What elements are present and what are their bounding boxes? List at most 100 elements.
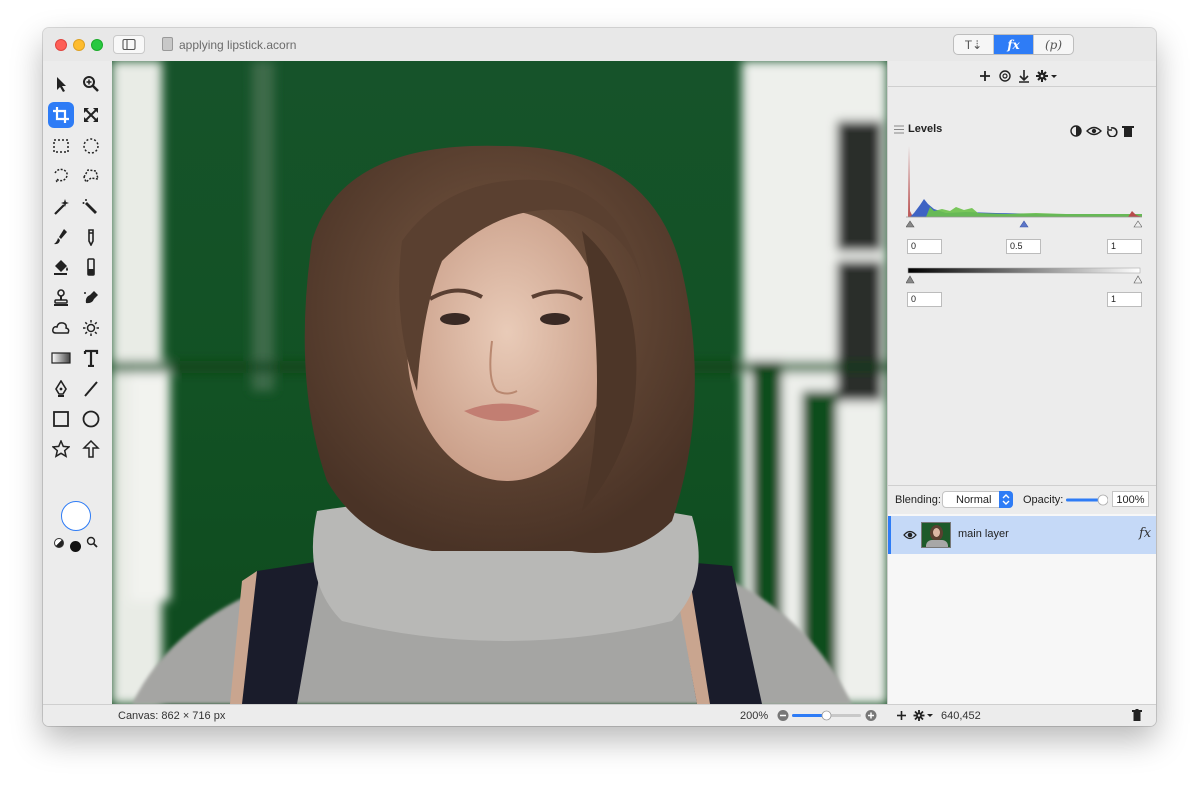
polygon-lasso-tool[interactable]: [78, 163, 104, 189]
toggle-sidebar-button[interactable]: [113, 35, 145, 54]
text-tool[interactable]: [78, 345, 104, 371]
blending-mode-select[interactable]: Normal: [942, 491, 1013, 508]
layers-list: main layer fx: [888, 514, 1156, 704]
gradient-tool[interactable]: [48, 345, 74, 371]
toolbox: [43, 61, 112, 703]
apply-filter-icon[interactable]: [1019, 70, 1029, 83]
cloud-tool[interactable]: [48, 315, 74, 341]
brush-tool[interactable]: [48, 224, 74, 250]
delete-filter-icon[interactable]: [1122, 126, 1134, 137]
canvas[interactable]: [112, 61, 887, 704]
list-item[interactable]: main layer fx: [888, 516, 1156, 554]
chevron-updown-icon: [999, 491, 1013, 508]
minimize-window-button[interactable]: [73, 39, 85, 51]
output-white-field[interactable]: 1: [1107, 292, 1142, 307]
smudge-icon: [84, 291, 98, 304]
opacity-slider[interactable]: [1066, 493, 1108, 507]
tab-properties[interactable]: (p): [1033, 35, 1073, 54]
tab-filters[interactable]: fx: [993, 35, 1033, 54]
window-title: applying lipstick.acorn: [179, 38, 297, 52]
fill-color-well[interactable]: [61, 501, 91, 531]
lasso-icon: [54, 168, 68, 183]
magic-wand-icon: [54, 199, 69, 215]
delete-layer-icon[interactable]: [1132, 709, 1142, 721]
ellipse-select-icon: [83, 138, 99, 154]
color-picker-icon[interactable]: [86, 536, 98, 548]
input-black-field[interactable]: 0: [907, 239, 942, 254]
blending-label: Blending:: [895, 494, 941, 506]
rect-select-icon: [53, 139, 69, 153]
ellipse-select-tool[interactable]: [78, 133, 104, 159]
rectangle-tool[interactable]: [48, 406, 74, 432]
portrait-photo: [112, 61, 887, 704]
smudge-tool[interactable]: [78, 285, 104, 311]
eraser-tool[interactable]: [78, 254, 104, 280]
rectangle-icon: [53, 411, 69, 427]
lasso-tool[interactable]: [48, 163, 74, 189]
divider: [888, 485, 1156, 486]
layer-visibility-eye-icon[interactable]: [903, 529, 917, 541]
tab-tools[interactable]: T⇣: [954, 35, 993, 54]
layer-name: main layer: [958, 528, 1009, 540]
eraser-icon: [87, 258, 95, 276]
document-icon: [162, 37, 173, 51]
pointer-tool[interactable]: [48, 71, 74, 97]
layer-actions: [897, 710, 934, 721]
pencil-icon: [88, 229, 94, 246]
zoom-out-icon[interactable]: [777, 710, 789, 721]
rect-select-tool[interactable]: [48, 133, 74, 159]
filter-title: Levels: [908, 123, 943, 135]
input-white-field[interactable]: 1: [1107, 239, 1142, 254]
drag-handle-icon[interactable]: [894, 125, 904, 134]
pencil-tool[interactable]: [78, 224, 104, 250]
output-levels-slider[interactable]: [906, 266, 1142, 284]
visibility-eye-icon[interactable]: [1086, 126, 1102, 136]
crop-icon: [53, 107, 69, 123]
divider: [888, 86, 1156, 87]
layer-fx-button[interactable]: fx: [1139, 526, 1151, 541]
filter-presets-icon[interactable]: [999, 70, 1011, 82]
opacity-label: Opacity:: [1023, 494, 1064, 506]
filter-settings-icon[interactable]: [1036, 70, 1057, 82]
line-tool[interactable]: [78, 376, 104, 402]
pen-tool[interactable]: [48, 376, 74, 402]
arrow-tool[interactable]: [78, 436, 104, 462]
zoom-tool[interactable]: [78, 71, 104, 97]
zoom-slider[interactable]: [777, 709, 879, 722]
compare-icon[interactable]: [1070, 125, 1082, 137]
arrow-icon: [82, 440, 100, 458]
magic-wand-tool[interactable]: [48, 194, 74, 220]
filter-toolbar: [980, 70, 1057, 83]
oval-tool[interactable]: [78, 406, 104, 432]
opacity-field[interactable]: 100%: [1112, 491, 1149, 507]
crop-tool[interactable]: [48, 102, 74, 128]
inspector-panel: Levels 0 0.5 1 0 1 Blending: Normal Opac…: [887, 61, 1156, 704]
layer-settings-icon[interactable]: [913, 710, 934, 721]
text-icon: [83, 349, 99, 367]
add-layer-icon[interactable]: [897, 711, 906, 720]
reset-icon[interactable]: [1107, 126, 1118, 137]
gradient-icon: [51, 352, 71, 364]
paint-bucket-icon: [54, 260, 68, 275]
pointer-icon: [57, 77, 66, 92]
sun-tool[interactable]: [78, 315, 104, 341]
clone-stamp-icon: [54, 289, 68, 306]
title-bar: applying lipstick.acorn T⇣ fx (p): [43, 28, 1156, 61]
magic-brush-tool[interactable]: [78, 194, 104, 220]
add-filter-icon[interactable]: [980, 71, 990, 81]
stroke-color-well[interactable]: [70, 541, 81, 552]
inspector-tabs: T⇣ fx (p): [953, 34, 1074, 55]
filter-header-controls: [1070, 125, 1134, 137]
output-black-field[interactable]: 0: [907, 292, 942, 307]
input-gamma-field[interactable]: 0.5: [1006, 239, 1041, 254]
paint-bucket-tool[interactable]: [48, 254, 74, 280]
close-window-button[interactable]: [55, 39, 67, 51]
zoom-in-icon[interactable]: [865, 710, 877, 721]
transform-tool[interactable]: [78, 102, 104, 128]
brush-icon: [54, 229, 67, 245]
star-tool[interactable]: [48, 436, 74, 462]
zoom-window-button[interactable]: [91, 39, 103, 51]
swap-colors-icon[interactable]: [54, 538, 64, 548]
clone-stamp-tool[interactable]: [48, 285, 74, 311]
polygon-lasso-icon: [83, 169, 99, 184]
